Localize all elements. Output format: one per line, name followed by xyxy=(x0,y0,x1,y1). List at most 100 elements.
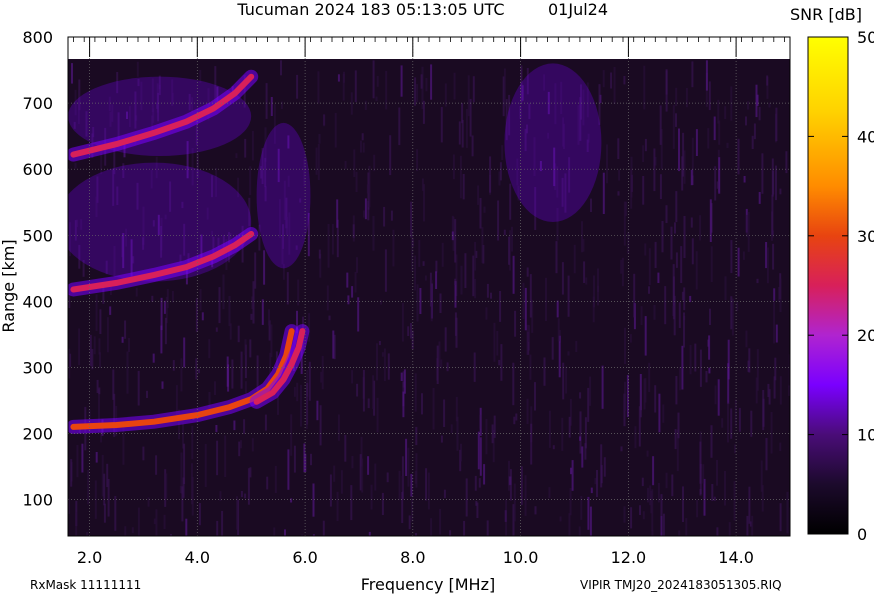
noise-cell xyxy=(416,284,419,322)
noise-cell xyxy=(436,345,439,384)
noise-cell xyxy=(384,249,387,292)
noise-cell xyxy=(208,339,211,359)
noise-cell xyxy=(290,498,293,503)
noise-cell xyxy=(644,243,647,256)
noise-cell xyxy=(695,251,698,290)
noise-cell xyxy=(675,252,678,268)
noise-cell xyxy=(493,322,496,362)
noise-cell xyxy=(142,446,145,461)
noise-cell xyxy=(328,315,331,321)
noise-cell xyxy=(708,335,711,360)
noise-cell xyxy=(467,75,470,117)
colorbar-tick-label: 50 xyxy=(857,28,874,47)
noise-cell xyxy=(753,123,756,140)
noise-cell xyxy=(317,144,320,181)
noise-cell xyxy=(296,74,299,99)
noise-cell xyxy=(624,381,626,411)
noise-cell xyxy=(342,73,345,101)
noise-cell xyxy=(430,518,433,536)
noise-cell xyxy=(483,464,486,485)
noise-cell xyxy=(562,362,565,400)
noise-cell xyxy=(273,527,276,536)
noise-cell xyxy=(724,471,726,506)
noise-cell xyxy=(478,478,481,488)
noise-cell xyxy=(713,496,716,501)
noise-cell xyxy=(755,84,758,118)
noise-cell xyxy=(733,481,736,521)
noise-cell xyxy=(320,371,323,383)
x-tick-label: 2.0 xyxy=(77,548,102,567)
noise-cell xyxy=(403,369,406,394)
noise-cell xyxy=(570,467,572,475)
noise-cell xyxy=(472,76,475,103)
noise-cell xyxy=(147,497,150,507)
noise-cell xyxy=(161,381,164,389)
noise-cell xyxy=(513,483,516,522)
noise-cell xyxy=(672,105,675,149)
noise-cell xyxy=(630,168,633,209)
noise-cell xyxy=(284,529,286,536)
noise-cell xyxy=(98,387,101,395)
noise-cell xyxy=(785,151,788,174)
noise-cell xyxy=(683,312,685,348)
noise-cell xyxy=(575,340,578,352)
noise-cell xyxy=(347,295,350,305)
noise-cell xyxy=(400,65,403,97)
noise-cell xyxy=(441,242,444,267)
noise-cell xyxy=(561,262,564,295)
noise-cell xyxy=(353,149,356,177)
noise-cell xyxy=(565,366,568,394)
noise-cell xyxy=(652,456,655,486)
x-tick-label: 8.0 xyxy=(400,548,425,567)
noise-cell xyxy=(333,465,336,482)
noise-cell xyxy=(775,107,778,142)
noise-cell xyxy=(336,199,339,228)
noise-cell xyxy=(581,221,583,253)
noise-cell xyxy=(515,413,518,421)
noise-cell xyxy=(489,156,492,193)
noise-cell xyxy=(642,511,645,520)
noise-cell xyxy=(351,456,354,469)
noise-cell xyxy=(270,97,273,116)
noise-cell xyxy=(214,381,216,395)
x-tick-label: 4.0 xyxy=(185,548,210,567)
noise-cell xyxy=(675,87,678,107)
noise-cell xyxy=(218,287,221,324)
noise-cell xyxy=(644,378,647,403)
noise-cell xyxy=(579,392,582,399)
noise-cell xyxy=(124,320,127,339)
noise-cell xyxy=(534,382,536,411)
noise-cell xyxy=(463,520,466,536)
noise-cell xyxy=(237,325,240,343)
y-axis: 100 200 300 400 500 600 700 800 xyxy=(22,28,53,510)
noise-cell xyxy=(671,474,674,497)
noise-cell xyxy=(651,489,654,531)
noise-cell xyxy=(727,339,730,380)
noise-cell xyxy=(659,105,662,145)
colorbar-tick-label: 10 xyxy=(857,426,874,445)
noise-cell xyxy=(773,301,776,344)
noise-cell xyxy=(91,349,94,370)
noise-cell xyxy=(773,288,776,301)
noise-cell xyxy=(96,379,99,393)
noise-cell xyxy=(350,485,353,521)
noise-cell xyxy=(524,475,527,516)
noise-cell xyxy=(251,130,254,161)
ionogram-chart: Tucuman 2024 183 05:13:05 UTC 01Jul24 2.… xyxy=(0,0,874,594)
noise-cell xyxy=(745,330,748,348)
noise-cell xyxy=(503,68,506,107)
noise-cell xyxy=(163,300,166,314)
noise-cell xyxy=(677,412,680,439)
noise-cell xyxy=(362,142,365,153)
noise-cell xyxy=(552,445,555,450)
noise-cell xyxy=(381,352,384,357)
rxmask-label: RxMask 11111111 xyxy=(30,578,141,592)
noise-cell xyxy=(376,75,379,87)
noise-cell xyxy=(670,226,673,260)
colorbar: SNR [dB] 0 10 20 30 40 50 xyxy=(790,5,874,544)
y-tick-label: 200 xyxy=(22,425,53,444)
x-axis: 2.0 4.0 6.0 8.0 10.0 12.0 14.0 xyxy=(77,548,754,567)
noise-cell xyxy=(454,219,457,263)
noise-cell xyxy=(418,239,421,267)
noise-cell xyxy=(597,268,599,306)
